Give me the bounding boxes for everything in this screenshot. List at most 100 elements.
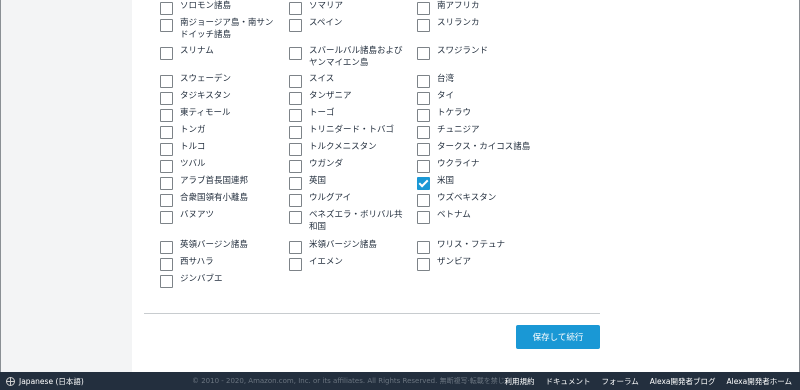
country-option[interactable]: ザンビア [417, 256, 547, 271]
country-option[interactable]: イエメン [289, 256, 409, 271]
country-option[interactable]: スバールバル諸島およびヤンマイエン島 [289, 45, 409, 69]
country-option[interactable]: タンザニア [289, 90, 409, 105]
country-option[interactable]: 英国 [289, 175, 409, 190]
checkbox[interactable] [160, 92, 173, 105]
checkbox[interactable] [160, 241, 173, 254]
checkbox[interactable] [417, 47, 430, 60]
footer-link-home[interactable]: Alexa開発者ホーム [726, 376, 792, 387]
checkbox[interactable] [289, 258, 302, 271]
checkbox[interactable] [417, 75, 430, 88]
checkbox[interactable] [417, 160, 430, 173]
checkbox[interactable] [417, 19, 430, 32]
checkbox[interactable] [160, 275, 173, 288]
country-option[interactable]: 米領バージン諸島 [289, 239, 409, 254]
country-option[interactable]: トルコ [160, 141, 280, 156]
country-option[interactable]: 東ティモール [160, 107, 280, 122]
checkbox[interactable] [160, 160, 173, 173]
country-option[interactable]: 米国 [417, 175, 547, 190]
checkbox[interactable] [160, 109, 173, 122]
checkbox[interactable] [417, 211, 430, 224]
checkbox[interactable] [289, 143, 302, 156]
checkbox[interactable] [160, 177, 173, 190]
checkbox[interactable] [160, 19, 173, 32]
country-option[interactable]: ソマリア [289, 0, 409, 15]
checkbox[interactable] [160, 258, 173, 271]
checkbox[interactable] [160, 75, 173, 88]
language-selector[interactable]: Japanese (日本語) [6, 376, 84, 387]
country-option[interactable]: ベネズエラ・ボリバル共和国 [289, 209, 409, 233]
country-option[interactable]: 西サハラ [160, 256, 280, 271]
checkbox[interactable] [417, 126, 430, 139]
checkbox[interactable] [289, 194, 302, 207]
country-option[interactable]: トケラウ [417, 107, 547, 122]
country-label: 米国 [437, 176, 455, 186]
checkbox[interactable] [289, 19, 302, 32]
country-option[interactable]: ベトナム [417, 209, 547, 224]
country-option[interactable]: タークス・カイコス諸島 [417, 141, 547, 156]
country-option[interactable]: 台湾 [417, 73, 547, 88]
country-option[interactable]: バヌアツ [160, 209, 280, 224]
checkbox[interactable] [289, 2, 302, 15]
country-label: タジキスタン [180, 91, 231, 101]
checkbox[interactable] [289, 92, 302, 105]
country-option[interactable]: タジキスタン [160, 90, 280, 105]
country-option[interactable]: ワリス・フテュナ [417, 239, 547, 254]
checkbox[interactable] [289, 126, 302, 139]
country-label: トルコ [180, 142, 206, 152]
checkbox[interactable] [417, 92, 430, 105]
country-option[interactable]: トルクメニスタン [289, 141, 409, 156]
country-option[interactable]: スリナム [160, 45, 280, 60]
country-option[interactable]: トンガ [160, 124, 280, 139]
checkbox[interactable] [289, 160, 302, 173]
footer-link-blog[interactable]: Alexa開発者ブログ [650, 376, 716, 387]
checkbox[interactable] [289, 75, 302, 88]
country-option[interactable]: スウェーデン [160, 73, 280, 88]
checkbox[interactable] [417, 258, 430, 271]
country-option[interactable]: ツバル [160, 158, 280, 173]
checkbox[interactable] [289, 47, 302, 60]
country-option[interactable]: ウルグアイ [289, 192, 409, 207]
checkbox[interactable] [417, 241, 430, 254]
checkbox-checked[interactable] [417, 177, 430, 190]
checkbox[interactable] [417, 143, 430, 156]
checkbox[interactable] [160, 126, 173, 139]
footer-link-forums[interactable]: フォーラム [601, 376, 638, 387]
country-option[interactable]: アラブ首長国連邦 [160, 175, 280, 190]
checkbox[interactable] [417, 109, 430, 122]
country-option[interactable]: ウズベキスタン [417, 192, 547, 207]
country-option[interactable]: タイ [417, 90, 547, 105]
checkbox[interactable] [289, 109, 302, 122]
country-label: スバールバル諸島およびヤンマイエン島 [309, 46, 403, 68]
save-and-continue-button[interactable]: 保存して続行 [516, 325, 600, 349]
country-label: ソロモン諸島 [180, 1, 232, 11]
footer-link-terms[interactable]: 利用規約 [504, 376, 534, 387]
country-option[interactable]: チュニジア [417, 124, 547, 139]
country-option[interactable]: 南ジョージア島・南サンドイッチ諸島 [160, 17, 280, 41]
checkbox[interactable] [417, 2, 430, 15]
country-option[interactable]: 英領バージン諸島 [160, 239, 280, 254]
checkbox[interactable] [289, 241, 302, 254]
country-label: 英領バージン諸島 [180, 240, 248, 250]
checkbox[interactable] [160, 2, 173, 15]
country-option[interactable]: トーゴ [289, 107, 409, 122]
country-option[interactable]: ウクライナ [417, 158, 547, 173]
checkbox[interactable] [160, 143, 173, 156]
country-label: 英国 [309, 176, 327, 186]
checkbox[interactable] [289, 177, 302, 190]
checkbox[interactable] [417, 194, 430, 207]
country-option[interactable]: ウガンダ [289, 158, 409, 173]
country-option[interactable]: スペイン [289, 17, 409, 32]
checkbox[interactable] [289, 211, 302, 224]
country-option[interactable]: スイス [289, 73, 409, 88]
checkbox[interactable] [160, 211, 173, 224]
country-option[interactable]: トリニダード・トバゴ [289, 124, 409, 139]
country-option[interactable]: スワジランド [417, 45, 547, 60]
country-option[interactable]: 合衆国領有小離島 [160, 192, 280, 207]
country-option[interactable]: ジンバブエ [160, 273, 280, 288]
footer-link-docs[interactable]: ドキュメント [545, 376, 590, 387]
checkbox[interactable] [160, 47, 173, 60]
country-option[interactable]: スリランカ [417, 17, 547, 32]
country-option[interactable]: ソロモン諸島 [160, 0, 280, 15]
country-option[interactable]: 南アフリカ [417, 0, 547, 15]
checkbox[interactable] [160, 194, 173, 207]
